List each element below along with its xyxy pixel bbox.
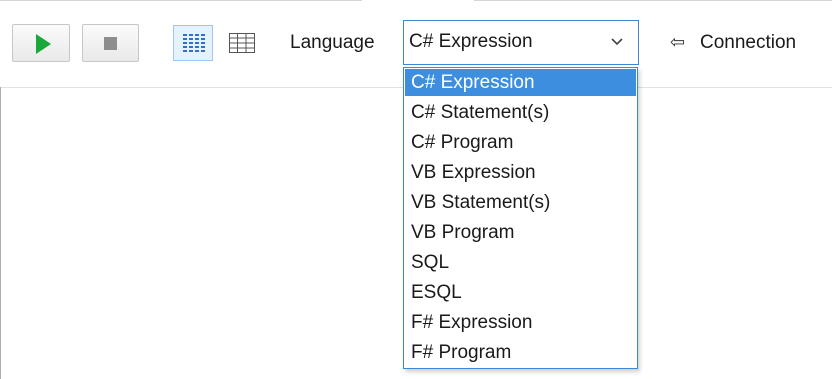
language-option-csharp-program[interactable]: C# Program [405,129,636,156]
rich-text-view-icon [183,34,205,52]
stop-icon [104,37,117,50]
query-window: Language C# Expression ⇦ Connection C# E… [0,0,832,379]
language-option-csharp-statements[interactable]: C# Statement(s) [405,99,636,126]
stop-button[interactable] [82,24,139,62]
rich-text-view-button[interactable] [173,25,213,61]
language-option-fsharp-expression[interactable]: F# Expression [405,309,636,336]
chevron-down-icon [611,38,623,46]
language-option-csharp-expression[interactable]: C# Expression [405,69,636,96]
editor-left-border [0,87,1,379]
language-option-fsharp-program[interactable]: F# Program [405,339,636,366]
grid-view-icon [229,33,255,53]
language-select[interactable]: C# Expression [403,20,639,65]
run-button[interactable] [12,24,70,62]
language-option-vb-program[interactable]: VB Program [405,219,636,246]
play-icon [36,34,51,54]
language-option-vb-statements[interactable]: VB Statement(s) [405,189,636,216]
language-select-value: C# Expression [409,31,533,52]
language-option-sql[interactable]: SQL [405,249,636,276]
connection-label: Connection [700,32,797,53]
language-label: Language [290,32,375,53]
language-option-esql[interactable]: ESQL [405,279,636,306]
language-option-vb-expression[interactable]: VB Expression [405,159,636,186]
arrow-left-icon: ⇦ [670,32,686,52]
language-dropdown-list: C# Expression C# Statement(s) C# Program… [403,67,638,369]
grid-view-button[interactable] [225,25,261,61]
